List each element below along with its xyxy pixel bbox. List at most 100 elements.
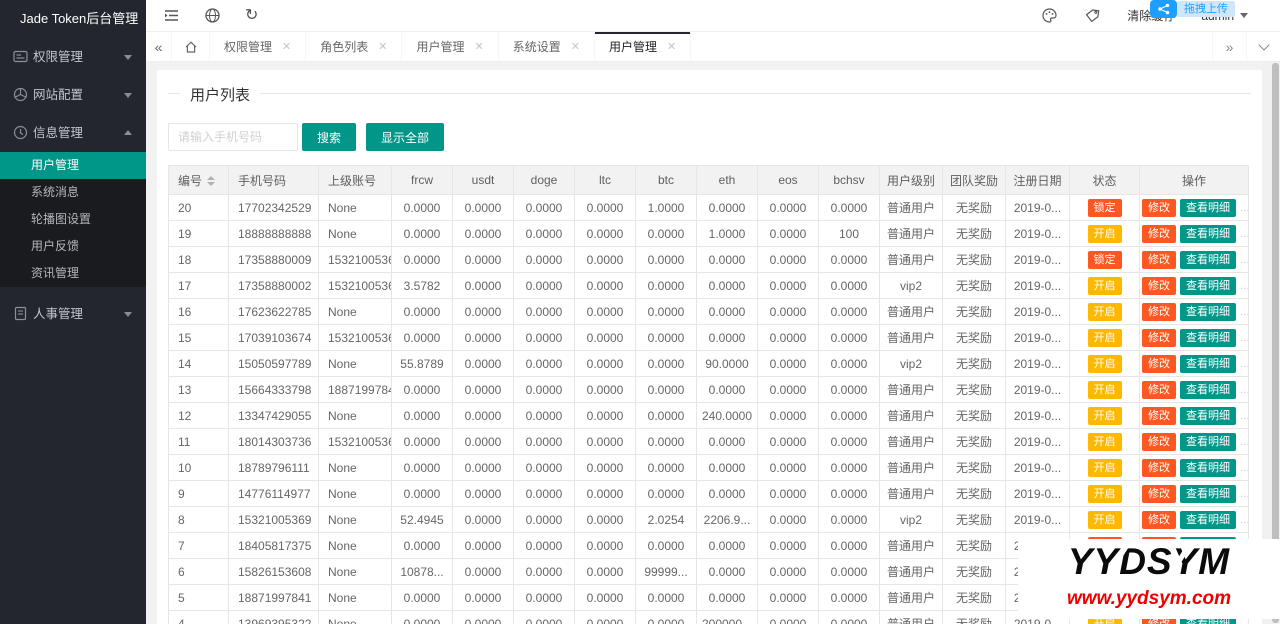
phone-search-input[interactable] [168,123,298,151]
view-detail-button[interactable]: 查看明细 [1180,354,1236,373]
table-row: 10 18789796111 None 0.0000 0.0000 0.0000 0.000… [168,454,1249,481]
view-detail-button[interactable]: 查看明细 [1180,276,1236,295]
sidebar-item-site-config[interactable]: 网站配置 [0,76,146,114]
table-cell: 11 [168,428,229,455]
close-icon[interactable]: ✕ [667,40,676,53]
edit-button[interactable]: 修改 [1142,354,1176,373]
open-status-button[interactable]: 开启 [1087,432,1122,451]
tab-user-management-active[interactable]: 用户管理 ✕ [594,32,692,61]
chevron-down-icon [124,93,132,98]
tab-permissions[interactable]: 权限管理 ✕ [210,32,307,61]
home-tab[interactable] [172,32,210,61]
sidebar-item-label: 人事管理 [33,307,84,321]
collapse-sidebar-icon[interactable] [163,7,180,24]
open-status-button[interactable]: 开启 [1087,276,1122,295]
table-row: 8 15321005369 None 52.4945 0.0000 0.0000 0.000… [168,506,1249,533]
view-detail-button[interactable]: 查看明细 [1180,510,1236,529]
refresh-icon[interactable]: ↻ [245,7,258,24]
edit-button[interactable]: 修改 [1142,432,1176,451]
tabs-menu-button[interactable] [1246,32,1280,61]
close-icon[interactable]: ✕ [474,40,483,53]
view-detail-button[interactable]: 查看明细 [1180,250,1236,269]
open-status-button[interactable]: 开启 [1087,406,1122,425]
sidebar-item-info-management[interactable]: 信息管理 [0,114,146,152]
view-detail-button[interactable]: 查看明细 [1180,432,1236,451]
lock-status-button[interactable]: 锁定 [1087,198,1122,217]
edit-button[interactable]: 修改 [1142,302,1176,321]
edit-button[interactable]: 修改 [1142,250,1176,269]
open-status-button[interactable]: 开启 [1087,302,1122,321]
view-detail-button[interactable]: 查看明细 [1180,484,1236,503]
view-detail-button[interactable]: 查看明细 [1180,302,1236,321]
table-cell: 普通用户 [879,298,943,325]
table-cell: 0.0000 [391,454,453,481]
open-status-button[interactable]: 开启 [1087,458,1122,477]
sidebar-item-user-management[interactable]: 用户管理 [0,152,146,179]
home-icon [185,40,196,53]
sidebar-item-hr-management[interactable]: 人事管理 [0,295,146,333]
open-status-button[interactable]: 开启 [1087,224,1122,243]
open-status-button[interactable]: 开启 [1087,484,1122,503]
tabs-scroll-right-button[interactable]: » [1212,32,1246,61]
sidebar-item-permissions[interactable]: 权限管理 [0,38,146,76]
tab-system-settings[interactable]: 系统设置 ✕ [499,32,595,61]
open-status-button[interactable]: 开启 [1087,510,1122,529]
chevron-up-icon [124,130,132,135]
tabs-scroll-left-button[interactable]: « [146,32,172,61]
edit-button[interactable]: 修改 [1142,406,1176,425]
more-ellipsis: ... [1240,487,1249,500]
view-detail-button[interactable]: 查看明细 [1180,458,1236,477]
open-status-button[interactable]: 开启 [1087,328,1122,347]
sub-item-label: 系统消息 [31,185,80,199]
theme-palette-icon[interactable] [1041,7,1058,24]
table-cell: 0.0000 [818,454,880,481]
sidebar-item-news-management[interactable]: 资讯管理 [0,260,146,287]
open-status-button[interactable]: 开启 [1087,354,1122,373]
table-cell: 200000... [696,610,758,624]
edit-button[interactable]: 修改 [1142,198,1176,217]
table-cell: 0.0000 [452,480,514,507]
page-title: 用户列表 [180,84,261,105]
edit-button[interactable]: 修改 [1142,484,1176,503]
open-status-button[interactable]: 开启 [1087,380,1122,399]
show-all-button[interactable]: 显示全部 [366,123,445,151]
edit-button[interactable]: 修改 [1142,276,1176,295]
table-cell: None [318,610,392,624]
table-cell: 10878... [391,558,453,585]
edit-button[interactable]: 修改 [1142,458,1176,477]
view-detail-button[interactable]: 查看明细 [1180,380,1236,399]
edit-button[interactable]: 修改 [1142,224,1176,243]
sidebar-item-system-messages[interactable]: 系统消息 [0,179,146,206]
sidebar-item-user-feedback[interactable]: 用户反馈 [0,233,146,260]
close-icon[interactable]: ✕ [282,40,291,53]
close-icon[interactable]: ✕ [378,40,387,53]
table-cell: 0.0000 [818,350,880,377]
close-icon[interactable]: ✕ [571,40,580,53]
more-ellipsis: ... [1240,513,1249,526]
more-ellipsis: ... [1240,435,1249,448]
view-detail-button[interactable]: 查看明细 [1180,328,1236,347]
column-header[interactable]: 编号 [168,165,229,195]
view-detail-button[interactable]: 查看明细 [1180,406,1236,425]
sort-icon[interactable] [207,176,216,187]
view-detail-button[interactable]: 查看明细 [1180,198,1236,217]
drag-upload-widget[interactable]: 拖拽上传 [1150,0,1235,18]
tab-user-management-1[interactable]: 用户管理 ✕ [402,32,499,61]
edit-button[interactable]: 修改 [1142,380,1176,399]
lock-status-button[interactable]: 锁定 [1087,250,1122,269]
search-button[interactable]: 搜索 [302,123,357,151]
table-cell: 0.0000 [391,376,453,403]
table-cell: 7 [168,532,229,559]
tag-icon[interactable] [1084,7,1101,24]
sidebar-item-carousel-settings[interactable]: 轮播图设置 [0,206,146,233]
tab-role-list[interactable]: 角色列表 ✕ [306,32,403,61]
globe-icon[interactable] [204,7,221,24]
table-cell: 0.0000 [574,246,636,273]
table-cell: 0.0000 [513,402,575,429]
edit-button[interactable]: 修改 [1142,510,1176,529]
edit-button[interactable]: 修改 [1142,328,1176,347]
table-cell: 2019-0... [1005,194,1070,221]
view-detail-button[interactable]: 查看明细 [1180,224,1236,243]
more-ellipsis: ... [1240,461,1249,474]
table-cell: 3.5782 [391,272,453,299]
